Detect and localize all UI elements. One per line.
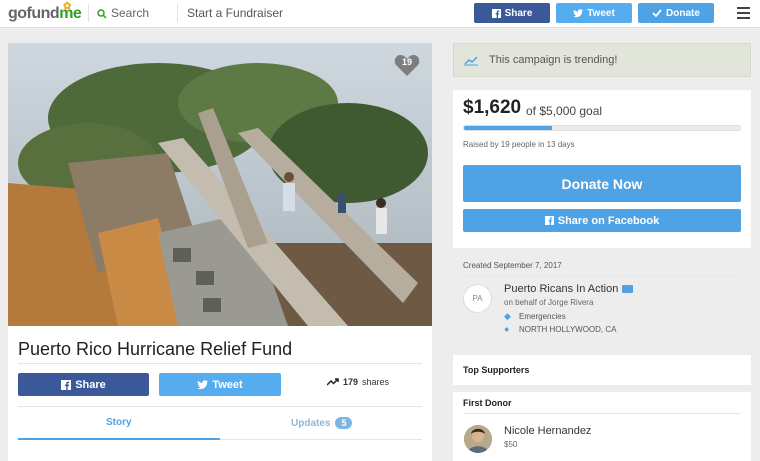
gofundme-logo[interactable]: gofundme ✿ [8,1,82,23]
favorite-heart-badge[interactable]: 19 [394,53,420,77]
facebook-icon [61,379,72,390]
hamburger-menu-icon[interactable] [737,7,750,22]
tweet-button[interactable]: Tweet [159,373,281,396]
first-donor-card: First Donor Nicole Hernandez $50 [453,392,751,461]
campaign-title: Puerto Rico Hurricane Relief Fund [18,339,293,359]
campaign-main-panel: 19 Puerto Rico Hurricane Relief Fund Sha… [8,43,432,461]
search-link[interactable]: Search [97,6,149,20]
donor-avatar [464,425,492,453]
amount-raised: $1,620 [463,97,522,118]
divider [18,363,422,364]
active-tab-indicator [18,438,220,440]
header-share-button[interactable]: Share [474,3,550,23]
divider [88,4,89,22]
location: ● NORTH HOLLYWOOD, CA [504,324,617,334]
envelope-icon[interactable] [622,285,634,293]
first-donor-heading: First Donor [463,398,512,408]
trending-chart-icon [464,56,478,66]
donor-name: Nicole Hernandez [504,425,592,437]
top-nav-bar: gofundme ✿ Search Start a Fundraiser Shar… [0,0,760,28]
header-tweet-button[interactable]: Tweet [556,3,632,23]
share-facebook-button[interactable]: Share [18,373,149,396]
beneficiary-text: on behalf of Jorge Rivera [504,298,594,307]
donor-amount: $50 [504,440,518,449]
divider [463,275,741,276]
twitter-icon [573,8,584,17]
top-supporters-card: Top Supporters [453,355,751,385]
goal-text: of $5,000 goal [526,104,603,118]
organizer-section: Created September 7, 2017 PA Puerto Rica… [453,254,751,348]
trending-banner: This campaign is trending! [453,43,751,77]
divider [463,413,741,414]
organizer-avatar[interactable]: PA [463,284,492,313]
search-icon [97,9,107,19]
facebook-icon [544,216,554,225]
donate-now-button[interactable]: Donate Now [463,165,741,202]
start-fundraiser-link[interactable]: Start a Fundraiser [187,6,283,20]
divider [177,4,178,22]
header-donate-button[interactable]: Donate [638,3,714,23]
progress-fill [464,126,553,130]
check-icon [652,9,662,17]
campaign-photo: 19 [8,43,432,326]
hurricane-damage-image [8,43,432,326]
map-pin-icon: ● [504,324,510,334]
progress-bar [463,125,741,131]
tab-updates[interactable]: Updates 5 [291,417,353,429]
top-supporters-heading: Top Supporters [463,365,530,375]
tab-story[interactable]: Story [106,417,132,428]
share-on-facebook-button[interactable]: Share on Facebook [463,209,741,232]
divider [18,406,422,407]
created-date: Created September 7, 2017 [463,261,562,270]
shares-count: 179 shares [327,377,389,387]
updates-count-badge: 5 [335,417,353,429]
funding-card: $1,620 of $5,000 goal Raised by 19 peopl… [453,90,751,248]
organizer-name[interactable]: Puerto Ricans In Action [504,283,634,295]
twitter-icon [197,379,209,389]
raised-by-text: Raised by 19 people in 13 days [463,140,575,149]
trending-up-icon [327,378,339,386]
tag-icon: ◆ [504,311,511,321]
category[interactable]: ◆ Emergencies [504,311,566,322]
facebook-icon [491,8,501,18]
